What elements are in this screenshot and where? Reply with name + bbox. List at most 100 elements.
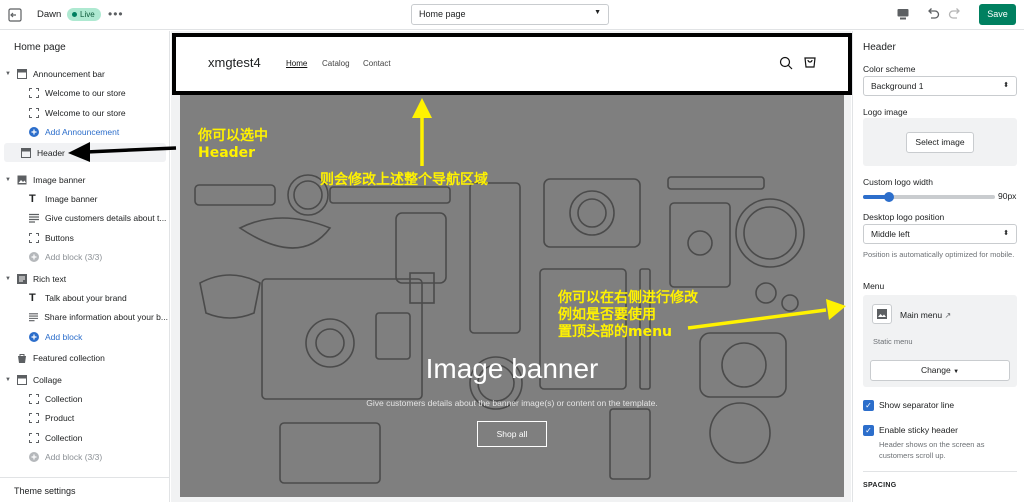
sidebar-item-label: Header (37, 147, 65, 158)
annotation-line: Header (198, 145, 256, 161)
live-badge: Live (67, 8, 101, 21)
chevron-down-icon[interactable]: ▼ (5, 177, 13, 183)
change-menu-button[interactable]: Change ▼ (870, 360, 1010, 381)
select-image-button[interactable]: Select image (906, 132, 974, 153)
page-select[interactable]: Home page ▼ (411, 4, 609, 25)
block-rich-text-body[interactable]: Share information about your b... (0, 307, 168, 326)
store-logo-text[interactable]: xmgtest4 (208, 55, 261, 70)
block-collection-1[interactable]: Collection (0, 389, 168, 408)
text-icon: T (29, 291, 36, 304)
redo-icon[interactable] (948, 7, 962, 21)
annotation-modify-nav: 则会修改上述整个导航区域 (320, 172, 488, 188)
chevron-down-icon[interactable]: ▼ (5, 71, 13, 77)
spacing-heading: SPACING (863, 482, 897, 489)
shop-all-button[interactable]: Shop all (477, 421, 547, 447)
desktop-logo-position-select[interactable]: Middle left ⬍ (863, 224, 1017, 244)
desktop-logo-position-value: Middle left (871, 229, 910, 239)
sidebar-item-label: Collection (45, 393, 83, 404)
section-collage[interactable]: ▼ Collage (0, 370, 168, 389)
change-label: Change (920, 365, 951, 375)
block-icon (29, 232, 39, 243)
block-product[interactable]: Product (0, 408, 168, 427)
exit-icon[interactable] (8, 8, 22, 22)
nav-link-contact[interactable]: Contact (363, 59, 391, 68)
section-image-banner[interactable]: ▼ Image banner (0, 170, 168, 189)
section-rich-text[interactable]: ▼ Rich text (0, 269, 168, 288)
block-icon (29, 412, 39, 423)
external-link-icon: ↗ (944, 311, 952, 320)
desktop-device-icon[interactable] (896, 7, 910, 21)
nav-link-home[interactable]: Home (286, 59, 307, 68)
annotation-line: 置顶头部的menu (558, 324, 673, 340)
sidebar-item-label: Product (45, 412, 75, 423)
more-actions-icon[interactable]: ••• (108, 7, 124, 21)
block-collection-2[interactable]: Collection (0, 428, 168, 447)
live-dot-icon (72, 12, 77, 17)
color-scheme-label: Color scheme (863, 64, 916, 74)
sidebar-item-label: Welcome to our store (45, 87, 126, 98)
sidebar-item-label: Talk about your brand (45, 292, 127, 303)
section-featured-collection[interactable]: Featured collection (0, 348, 168, 367)
chevron-down-icon[interactable]: ▼ (5, 276, 13, 282)
block-welcome-1[interactable]: Welcome to our store (0, 83, 168, 102)
chevron-updown-icon: ⬍ (1003, 230, 1009, 237)
plus-circle-icon (29, 251, 39, 262)
theme-settings-link[interactable]: Theme settings (14, 486, 76, 496)
annotation-line: 例如是否要使用 (558, 307, 656, 323)
save-button[interactable]: Save (979, 4, 1016, 25)
sidebar-item-label: Give customers details about t... (45, 212, 167, 223)
slider-thumb[interactable] (884, 192, 895, 202)
show-separator-checkbox[interactable]: ✓ (863, 400, 874, 411)
block-welcome-2[interactable]: Welcome to our store (0, 103, 168, 122)
annotation-right-edit: 你可以在右侧进行修改 例如是否要使用 置顶头部的menu (558, 290, 698, 341)
logo-image-picker: Select image (863, 118, 1017, 166)
collage-icon (17, 374, 27, 385)
sidebar-item-label: Add block (3/3) (45, 251, 103, 262)
rich-text-icon (17, 273, 27, 284)
sticky-header-checkbox[interactable]: ✓ (863, 425, 874, 436)
sidebar-item-label: Rich text (33, 273, 67, 284)
sidebar-item-label: Share information about your b... (44, 311, 168, 322)
top-bar: Dawn Live ••• Home page ▼ Save (0, 0, 1024, 30)
sidebar-item-label: Add block (45, 331, 83, 342)
menu-picker: Main menu ↗ Static menu Change ▼ (863, 295, 1017, 387)
sidebar-item-label: Add block (3/3) (45, 451, 103, 462)
block-image-banner-heading[interactable]: T Image banner (0, 189, 168, 208)
plus-circle-icon (29, 451, 39, 462)
section-announcement-bar[interactable]: ▼ Announcement bar (0, 64, 168, 83)
search-icon[interactable] (779, 56, 793, 70)
sidebar-item-label: Featured collection (33, 352, 105, 363)
text-icon: T (29, 192, 36, 205)
header-preview-highlight[interactable]: xmgtest4 Home Catalog Contact (172, 33, 852, 95)
annotation-select-header: 你可以选中 Header (198, 128, 268, 162)
logo-width-slider[interactable] (863, 192, 995, 202)
image-banner[interactable]: Image banner Give customers details abou… (180, 93, 844, 497)
chevron-down-icon[interactable]: ▼ (5, 377, 13, 383)
sidebar-item-label: Welcome to our store (45, 107, 126, 118)
cart-icon[interactable] (803, 55, 817, 69)
block-rich-text-heading[interactable]: T Talk about your brand (0, 288, 168, 307)
block-buttons[interactable]: Buttons (0, 228, 168, 247)
sticky-header-label: Enable sticky header (879, 425, 958, 435)
divider (0, 477, 169, 478)
sidebar-item-label: Image banner (45, 193, 98, 204)
annotation-line: 你可以在右侧进行修改 (558, 290, 698, 306)
section-header[interactable]: Header (4, 143, 166, 162)
page-select-value: Home page (419, 9, 466, 19)
undo-icon[interactable] (926, 7, 940, 21)
block-icon (29, 107, 39, 118)
sidebar-item-label: Announcement bar (33, 68, 105, 79)
add-block-button[interactable]: Add block (0, 327, 168, 346)
block-image-banner-text[interactable]: Give customers details about t... (0, 208, 168, 227)
nav-link-catalog[interactable]: Catalog (322, 59, 350, 68)
add-announcement-button[interactable]: Add Announcement (0, 122, 168, 141)
paragraph-icon (29, 213, 39, 223)
sidebar-item-label: Buttons (45, 232, 74, 243)
menu-name-text: Main menu (900, 310, 943, 320)
menu-name-link[interactable]: Main menu ↗ (900, 310, 951, 320)
menu-label: Menu (863, 281, 885, 291)
color-scheme-select[interactable]: Background 1 ⬍ (863, 76, 1017, 96)
paragraph-icon (29, 312, 39, 321)
image-icon (17, 175, 27, 184)
show-separator-label: Show separator line (879, 400, 955, 410)
